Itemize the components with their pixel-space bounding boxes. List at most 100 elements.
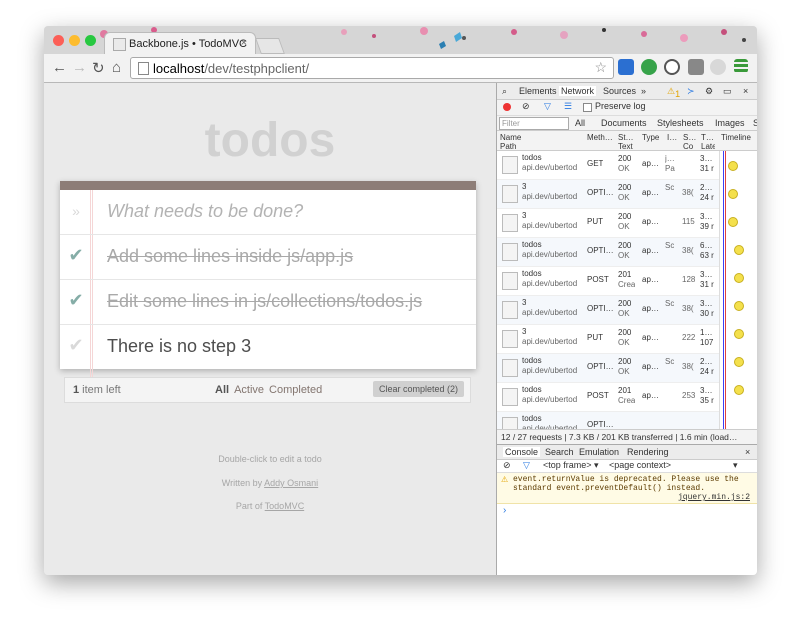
- browser-tab[interactable]: Backbone.js • TodoMVC ×: [104, 32, 256, 55]
- record-icon[interactable]: [503, 103, 511, 111]
- network-request-row[interactable]: todos api.dev/ubertod OPTI… 200 OK ap… Sc 38(2……: [497, 354, 729, 383]
- devtools-panel: ⌕ Elements Network Sources » ⚠ 1 ≻ ⚙ ▭ × …: [496, 83, 757, 575]
- network-request-row[interactable]: todos api.dev/ubertod POST 201 Crea ap… 128 3… …: [497, 267, 729, 296]
- app-header-bar: [60, 181, 476, 190]
- gear-icon[interactable]: [664, 59, 680, 75]
- todomvc-link[interactable]: TodoMVC: [265, 501, 305, 511]
- warning-icon[interactable]: ⚠ 1: [667, 86, 680, 99]
- network-request-row[interactable]: 3 api.dev/ubertod PUT 200 OK ap… 115 3… 39 r: [497, 209, 729, 238]
- tab-emulation[interactable]: Emulation: [579, 447, 619, 457]
- col-initiator[interactable]: I…: [667, 133, 679, 142]
- close-window-button[interactable]: [53, 35, 64, 46]
- close-drawer-icon[interactable]: ×: [745, 447, 750, 457]
- network-request-row[interactable]: todos api.dev/ubertod POST 201 Crea ap… 253 3… …: [497, 383, 729, 412]
- gear-icon[interactable]: ⚙: [705, 86, 713, 97]
- checkmark-icon[interactable]: ✔: [67, 245, 85, 266]
- network-request-row[interactable]: 3 api.dev/ubertod PUT 200 OK ap… 222 1… 107: [497, 325, 729, 354]
- clear-icon[interactable]: ⊘: [522, 101, 530, 112]
- url-text[interactable]: localhost/dev/testphpclient/: [153, 61, 309, 76]
- filter-active[interactable]: Active: [234, 384, 264, 396]
- bookmark-star-icon[interactable]: ☆: [594, 59, 607, 76]
- col-type[interactable]: Type: [642, 133, 662, 142]
- list-view-icon[interactable]: ☰: [564, 101, 572, 112]
- home-icon[interactable]: ⌂: [112, 59, 121, 76]
- tab-elements[interactable]: Elements: [519, 86, 557, 96]
- request-type: ap…: [642, 159, 659, 168]
- chevron-down-icon[interactable]: ▾: [733, 460, 738, 471]
- tab-search[interactable]: Search: [545, 447, 574, 457]
- col-status[interactable]: St… Text: [618, 133, 638, 151]
- back-arrow-icon[interactable]: ←: [52, 59, 67, 76]
- close-icon[interactable]: ×: [743, 86, 748, 96]
- frame-select[interactable]: <top frame> ▾: [543, 460, 599, 471]
- request-text: OK: [618, 164, 630, 173]
- col-method[interactable]: Meth…: [587, 133, 615, 142]
- preserve-log-label: Preserve log: [595, 101, 646, 111]
- filter-icon[interactable]: ▽: [523, 460, 530, 471]
- filter-all[interactable]: All: [215, 384, 229, 396]
- type-more[interactable]: S: [753, 118, 757, 128]
- todo-count-label: item left: [79, 384, 121, 396]
- col-timeline[interactable]: Timeline: [721, 133, 757, 142]
- todo-item[interactable]: ✔ There is no step 3: [60, 325, 476, 369]
- console-prompt[interactable]: ›: [503, 505, 506, 516]
- clear-console-icon[interactable]: ⊘: [503, 460, 511, 471]
- tab-sources[interactable]: Sources: [603, 86, 636, 96]
- type-stylesheets[interactable]: Stylesheets: [657, 118, 704, 128]
- preserve-log-checkbox[interactable]: [583, 103, 592, 112]
- request-init: Sc: [665, 241, 675, 250]
- col-time[interactable]: T… Late: [701, 133, 715, 151]
- dom-content-loaded-line: [723, 151, 724, 429]
- toggle-all-icon[interactable]: »: [67, 203, 85, 219]
- todo-item[interactable]: ✔ Edit some lines in js/collections/todo…: [60, 280, 476, 325]
- request-text: OK: [618, 193, 630, 202]
- extension-icon-1[interactable]: [618, 59, 634, 75]
- address-bar[interactable]: localhost/dev/testphpclient/ ☆: [130, 57, 614, 79]
- type-images[interactable]: Images: [715, 118, 745, 128]
- zoom-window-button[interactable]: [85, 35, 96, 46]
- todo-footer: 1 item left All Active Completed Clear com…: [64, 377, 471, 403]
- request-status: 200: [618, 328, 632, 337]
- forward-arrow-icon[interactable]: →: [72, 59, 87, 76]
- network-request-row[interactable]: todos api.dev/ubertod OPTI…: [497, 412, 729, 429]
- checkmark-icon[interactable]: ✔: [67, 290, 85, 311]
- drawer-icon[interactable]: ≻: [687, 86, 695, 97]
- menu-icon[interactable]: [734, 59, 748, 73]
- network-request-row[interactable]: todos api.dev/ubertod GET 200 OK ap… j… Pa 3… 3…: [497, 151, 729, 180]
- minimize-window-button[interactable]: [69, 35, 80, 46]
- warning-source-link[interactable]: jquery.min.js:2: [678, 493, 750, 502]
- extension-icon-2[interactable]: [641, 59, 657, 75]
- col-name[interactable]: Name Path: [500, 133, 584, 151]
- checkmark-icon[interactable]: ✔: [67, 335, 85, 356]
- context-select[interactable]: <page context>: [609, 460, 671, 470]
- close-tab-icon[interactable]: ×: [241, 37, 247, 49]
- network-request-row[interactable]: todos api.dev/ubertod OPTI… 200 OK ap… Sc 38(6……: [497, 238, 729, 267]
- qr-code-icon[interactable]: [688, 59, 704, 75]
- search-icon[interactable]: ⌕: [502, 86, 507, 97]
- network-request-row[interactable]: 3 api.dev/ubertod OPTI… 200 OK ap… Sc 38(3… 30 …: [497, 296, 729, 325]
- type-all[interactable]: All: [575, 118, 585, 128]
- todo-text[interactable]: Edit some lines in js/collections/todos.…: [107, 291, 422, 312]
- more-tabs-icon[interactable]: »: [641, 86, 646, 96]
- filter-completed[interactable]: Completed: [269, 384, 322, 396]
- network-request-row[interactable]: 3 api.dev/ubertod OPTI… 200 OK ap… Sc 38(2… 24 …: [497, 180, 729, 209]
- new-todo-input[interactable]: What needs to be done?: [107, 201, 303, 222]
- tab-rendering[interactable]: Rendering: [627, 447, 669, 457]
- request-type: ap…: [642, 246, 659, 255]
- col-size[interactable]: S… Co: [683, 133, 697, 151]
- todo-text[interactable]: There is no step 3: [107, 336, 251, 357]
- tab-console[interactable]: Console: [503, 447, 541, 457]
- warning-count: 1: [675, 89, 681, 99]
- reload-icon[interactable]: ↻: [92, 59, 105, 77]
- tab-network[interactable]: Network: [559, 86, 597, 96]
- extension-icon-5[interactable]: [710, 59, 726, 75]
- todo-item[interactable]: ✔ Add some lines inside js/app.js: [60, 235, 476, 280]
- filter-input[interactable]: Filter: [499, 117, 569, 130]
- page-info-icon: [138, 62, 149, 75]
- todo-text[interactable]: Add some lines inside js/app.js: [107, 246, 353, 267]
- author-link[interactable]: Addy Osmani: [264, 478, 318, 488]
- filter-icon[interactable]: ▽: [544, 101, 551, 112]
- type-documents[interactable]: Documents: [601, 118, 647, 128]
- clear-completed-button[interactable]: Clear completed (2): [372, 381, 464, 397]
- dock-icon[interactable]: ▭: [723, 86, 732, 97]
